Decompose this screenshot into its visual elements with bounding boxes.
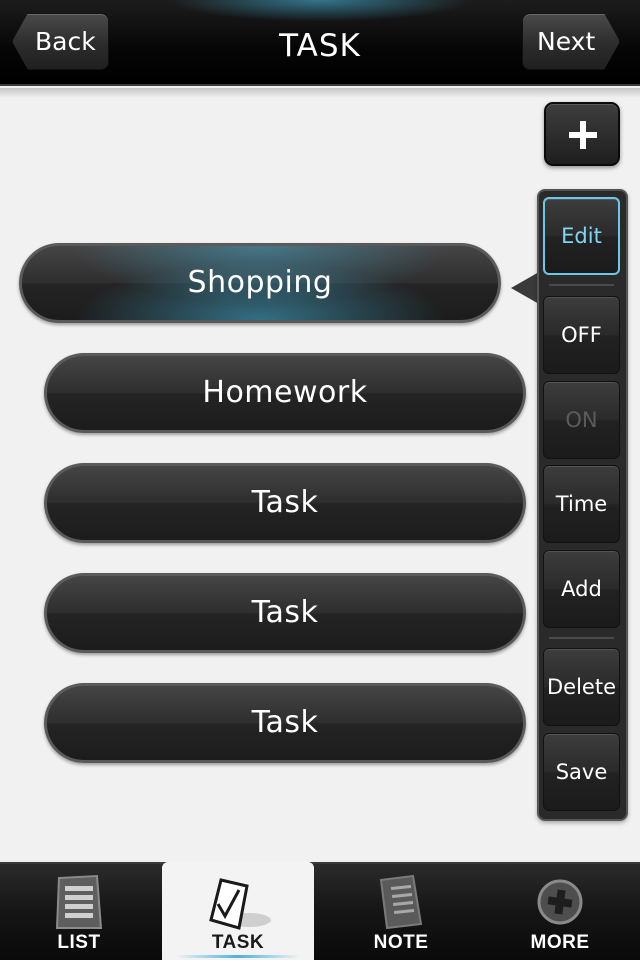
- tab-more[interactable]: MORE: [484, 862, 636, 960]
- next-button[interactable]: Next: [522, 13, 620, 70]
- tab-label: NOTE: [373, 932, 429, 953]
- tab-note[interactable]: NOTE: [318, 862, 484, 960]
- task-item-homework[interactable]: Homework: [44, 353, 526, 433]
- on-button[interactable]: ON: [543, 381, 620, 459]
- task-item[interactable]: Task: [44, 463, 526, 543]
- delete-button[interactable]: Delete: [543, 648, 620, 726]
- active-tab-indicator: [176, 955, 300, 958]
- back-button[interactable]: Back: [12, 13, 109, 70]
- panel-pointer: [511, 272, 539, 304]
- panel-divider: [549, 284, 614, 286]
- add-task-button[interactable]: [544, 102, 620, 166]
- panel-divider: [549, 637, 614, 639]
- header-shadow: [0, 88, 640, 98]
- list-icon: [55, 874, 103, 929]
- tab-label: MORE: [530, 932, 590, 953]
- time-button[interactable]: Time: [543, 465, 620, 543]
- edit-button[interactable]: Edit: [543, 197, 620, 275]
- task-item-shopping[interactable]: Shopping: [19, 243, 501, 323]
- more-plus-icon: [537, 879, 583, 925]
- tab-task[interactable]: TASK: [162, 862, 314, 960]
- save-button[interactable]: Save: [543, 733, 620, 811]
- note-icon: [379, 874, 423, 930]
- add-button[interactable]: Add: [543, 550, 620, 628]
- tab-list[interactable]: LIST: [0, 862, 158, 960]
- tab-label: TASK: [211, 932, 265, 953]
- task-check-icon: [209, 878, 271, 930]
- task-item[interactable]: Task: [44, 683, 526, 763]
- off-button[interactable]: OFF: [543, 296, 620, 374]
- plus-icon: [569, 121, 597, 149]
- tab-label: LIST: [57, 932, 101, 953]
- task-item[interactable]: Task: [44, 573, 526, 653]
